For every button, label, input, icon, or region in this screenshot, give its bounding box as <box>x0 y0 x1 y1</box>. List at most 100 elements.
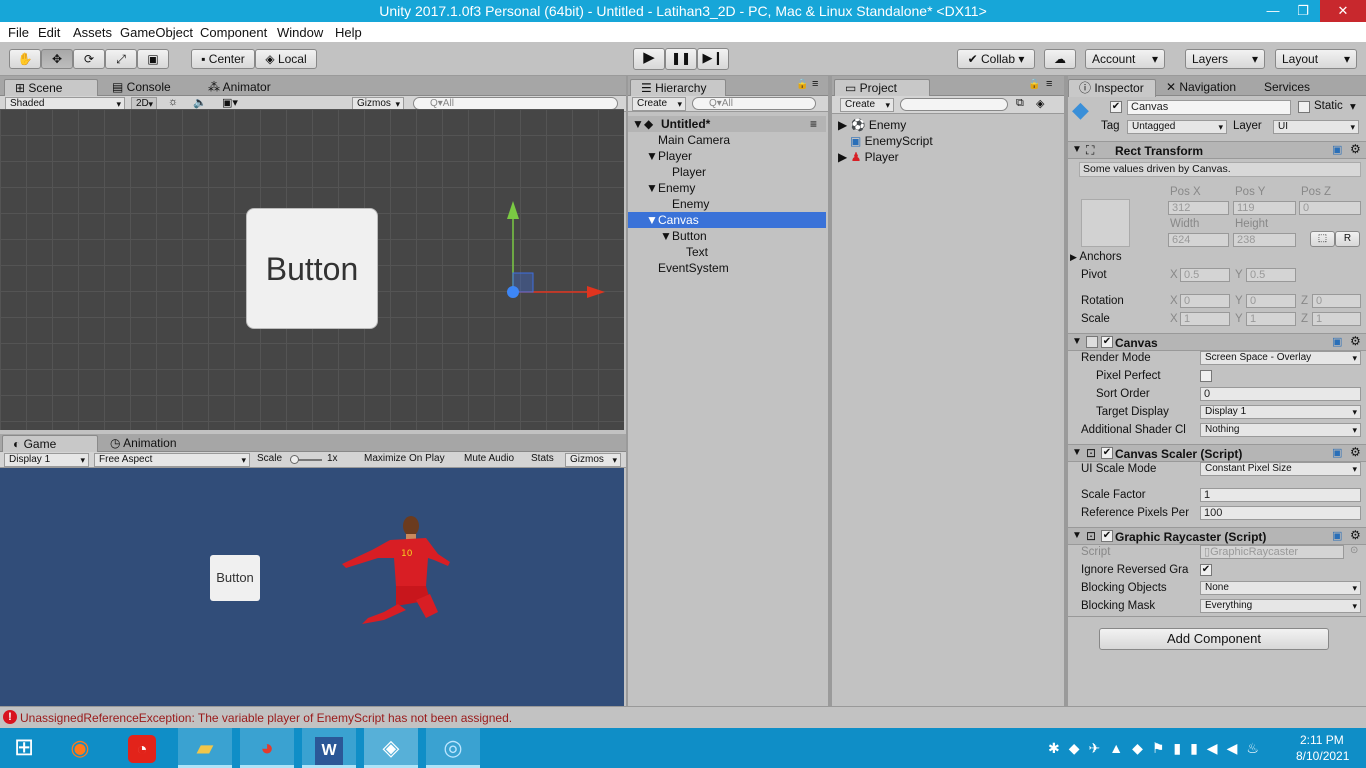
cloud-icon[interactable]: ☁ <box>1044 49 1076 69</box>
blocking-objects-dropdown[interactable]: None <box>1200 581 1361 595</box>
hierarchy-item-enemy[interactable]: ▼ Enemy <box>628 180 826 196</box>
raw-edit-button[interactable]: R <box>1335 231 1360 247</box>
tag-dropdown[interactable]: Untagged <box>1127 120 1227 134</box>
audio-icon[interactable]: 🔈 <box>193 96 207 109</box>
hierarchy-item-player[interactable]: ▼ Player <box>628 148 826 164</box>
shader-channels-dropdown[interactable]: Nothing <box>1200 423 1361 437</box>
hierarchy-item-main-camera[interactable]: Main Camera <box>628 132 826 148</box>
move-tool-icon[interactable]: ✥ <box>41 49 73 69</box>
graphic-raycaster-header[interactable]: ▼ ⊡ ✔ Graphic Raycaster (Script) ▣ ⚙ <box>1068 527 1366 545</box>
rect-tool-icon[interactable]: ▣ <box>137 49 169 69</box>
hierarchy-item-button[interactable]: ▼ Button <box>628 228 826 244</box>
status-bar[interactable]: ! UnassignedReferenceException: The vari… <box>0 706 1366 728</box>
lighting-icon[interactable]: ☼ <box>168 96 178 108</box>
scale-x-field[interactable]: 1 <box>1180 312 1230 326</box>
firefox-icon[interactable]: ◉ <box>58 728 102 768</box>
project-item-enemyscript[interactable]: ▣ EnemyScript <box>850 134 933 148</box>
effects-icon[interactable]: ▣▾ <box>222 96 238 109</box>
play-button[interactable]: ▶ <box>633 48 665 70</box>
target-display-dropdown[interactable]: Display 1 <box>1200 405 1361 419</box>
menu-component[interactable]: Component <box>200 25 267 40</box>
file-explorer-icon[interactable]: ▰ <box>178 728 232 768</box>
tab-project[interactable]: ▭ Project <box>834 79 930 97</box>
app-icon[interactable]: ◎ <box>426 728 480 768</box>
rect-transform-header[interactable]: ▼ ⛶ Rect Transform ▣ ⚙ <box>1068 141 1366 159</box>
panel-menu-icon[interactable]: ≡ <box>1046 78 1052 90</box>
hierarchy-item-enemy-child[interactable]: Enemy <box>628 196 826 212</box>
canvas-scaler-header[interactable]: ▼ ⊡ ✔ Canvas Scaler (Script) ▣ ⚙ <box>1068 444 1366 462</box>
tab-game[interactable]: ◐ Game <box>2 435 98 453</box>
hierarchy-create-dropdown[interactable]: Create <box>632 97 686 111</box>
tab-scene[interactable]: ⊞ Scene <box>4 79 98 97</box>
canvas-enabled-checkbox[interactable]: ✔ <box>1101 336 1113 348</box>
hierarchy-item-text[interactable]: Text <box>628 244 826 260</box>
game-view[interactable]: Button 10 <box>0 468 624 706</box>
help-icon[interactable]: ▣ <box>1332 529 1342 542</box>
help-icon[interactable]: ▣ <box>1332 143 1342 156</box>
gear-icon[interactable]: ⚙ <box>1350 334 1361 348</box>
scale-y-field[interactable]: 1 <box>1246 312 1296 326</box>
filter-type-icon[interactable]: ⧉ <box>1016 97 1024 110</box>
chevron-down-icon[interactable]: ▾ <box>1350 99 1356 113</box>
windows-start-icon[interactable]: ⊞ <box>2 728 46 768</box>
tab-console[interactable]: ▤ Console <box>102 79 181 97</box>
render-mode-dropdown[interactable]: Screen Space - Overlay <box>1200 351 1361 365</box>
rotation-z-field[interactable]: 0 <box>1312 294 1361 308</box>
anchor-preset-icon[interactable] <box>1081 199 1130 247</box>
anchors-foldout[interactable]: ▶ Anchors <box>1070 251 1122 263</box>
chrome-icon[interactable]: ◕ <box>240 728 294 768</box>
scene-menu-icon[interactable]: ≡ <box>810 116 817 132</box>
help-icon[interactable]: ▣ <box>1332 335 1342 348</box>
filter-label-icon[interactable]: ◈ <box>1036 97 1044 110</box>
project-item-player[interactable]: ▶ ♟ Player <box>838 150 899 164</box>
active-checkbox[interactable]: ✔ <box>1110 101 1122 113</box>
scene-button-preview[interactable]: Button <box>246 208 378 329</box>
static-checkbox[interactable] <box>1298 101 1310 113</box>
sort-order-field[interactable]: 0 <box>1200 387 1361 401</box>
pos-z-field[interactable]: 0 <box>1299 201 1361 215</box>
tab-hierarchy[interactable]: ☰ Hierarchy <box>630 79 726 97</box>
tab-inspector[interactable]: ⓘ Inspector <box>1068 79 1156 97</box>
move-gizmo[interactable] <box>495 199 610 299</box>
project-create-dropdown[interactable]: Create <box>840 98 894 112</box>
project-item-enemy[interactable]: ▶ ⚽ Enemy <box>838 118 906 132</box>
pivot-x-field[interactable]: 0.5 <box>1180 268 1230 282</box>
reference-pixels-field[interactable]: 100 <box>1200 506 1361 520</box>
system-tray-icons[interactable]: ✱◆✈▲◆⚑▮▮◀◀♨ <box>1048 740 1268 757</box>
gear-icon[interactable]: ⚙ <box>1350 528 1361 542</box>
rotation-x-field[interactable]: 0 <box>1180 294 1230 308</box>
gear-icon[interactable]: ⚙ <box>1350 445 1361 459</box>
recorder-app-icon[interactable]: ◔ <box>120 728 164 768</box>
layout-dropdown[interactable]: Layout ▾ <box>1275 49 1357 69</box>
project-search-input[interactable] <box>900 98 1008 111</box>
game-button[interactable]: Button <box>210 555 260 601</box>
canvas-scaler-enabled-checkbox[interactable]: ✔ <box>1101 447 1113 459</box>
menu-help[interactable]: Help <box>335 25 362 40</box>
scene-root-row[interactable]: ▼ ◆ Untitled* ≡ <box>628 116 826 132</box>
minimize-button[interactable]: — <box>1258 0 1288 22</box>
hierarchy-item-player-child[interactable]: Player <box>628 164 826 180</box>
game-gizmos-dropdown[interactable]: Gizmos <box>565 453 621 467</box>
pivot-local-toggle[interactable]: ◈ Local <box>255 49 317 69</box>
stats-toggle[interactable]: Stats <box>531 453 554 464</box>
hierarchy-search-input[interactable]: Q▾All <box>692 97 816 110</box>
pause-button[interactable]: ❚❚ <box>665 48 697 70</box>
raycaster-enabled-checkbox[interactable]: ✔ <box>1101 530 1113 542</box>
tab-animator[interactable]: ⁂ Animator <box>198 79 281 97</box>
pos-y-field[interactable]: 119 <box>1233 201 1296 215</box>
pivot-center-toggle[interactable]: ▪ Center <box>191 49 255 69</box>
menu-edit[interactable]: Edit <box>38 25 60 40</box>
panel-menu-icon[interactable]: ≡ <box>812 78 818 90</box>
lock-icon[interactable]: 🔒 <box>1028 79 1040 90</box>
close-button[interactable]: ✕ <box>1320 0 1366 22</box>
scale-z-field[interactable]: 1 <box>1312 312 1361 326</box>
menu-window[interactable]: Window <box>277 25 323 40</box>
tab-animation[interactable]: ◷ Animation <box>100 435 187 453</box>
menu-assets[interactable]: Assets <box>73 25 112 40</box>
menu-gameobject[interactable]: GameObject <box>120 25 193 40</box>
display-dropdown[interactable]: Display 1 <box>4 453 89 467</box>
scene-view[interactable]: Button <box>0 109 624 430</box>
pos-x-field[interactable]: 312 <box>1168 201 1229 215</box>
hand-tool-icon[interactable]: ✋ <box>9 49 41 69</box>
rotate-tool-icon[interactable]: ⟳ <box>73 49 105 69</box>
